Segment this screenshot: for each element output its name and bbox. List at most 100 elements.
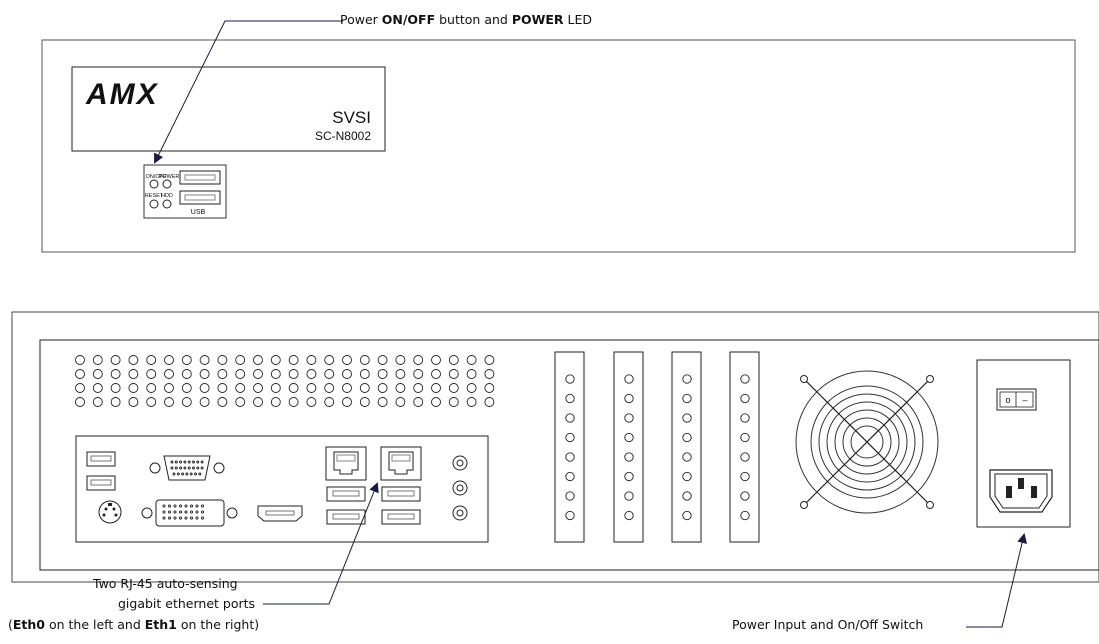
vent-hole [181,397,192,407]
led-label-power: POWER [159,174,180,180]
dvi-pin [200,510,205,514]
vent-hole [92,355,103,365]
dvi-port[interactable] [141,499,238,527]
vent-hole [431,397,441,407]
vga-pin [174,466,178,470]
dvi-pin [173,516,177,520]
vga-pin [170,466,174,470]
front-usb-port-top[interactable] [179,170,221,185]
callout-bold-eth1: Eth1 [144,617,177,632]
vent-hole [484,383,495,393]
vent-hole [217,369,228,379]
front-panel: AMX SVSI SC-N8002 ON/OFF POWER RESET HDD… [41,39,1076,253]
vent-hole [110,397,121,407]
vent-hole [146,383,157,393]
vga-pin [185,472,189,476]
vent-hole [217,383,228,393]
slot-hole [682,491,692,501]
dvi-pin [189,504,194,508]
slot-hole [565,393,575,404]
vent-hole [270,355,281,365]
vga-pin [196,466,200,470]
slot-hole [740,452,750,462]
vent-hole [377,397,388,407]
slot-hole [624,510,634,521]
slot-hole [682,510,692,521]
audio-jack-2[interactable] [452,480,468,496]
vent-hole [128,369,139,379]
hdmi-port[interactable] [257,505,303,522]
vent-hole [395,355,406,365]
front-io-module: ON/OFF POWER RESET HDD USB [143,164,227,219]
vent-hole [395,397,406,407]
expansion-slot-3 [671,351,702,543]
slot-hole [565,452,575,462]
on-off-button[interactable] [149,179,159,189]
vga-pin [187,460,191,464]
vent-hole [413,383,424,393]
slot-hole [740,413,750,423]
vent-hole [92,397,103,407]
power-inlet[interactable] [989,469,1053,513]
vent-hole [413,355,424,365]
vent-hole [164,355,174,365]
slot-hole [682,452,692,462]
ethernet-port-eth1[interactable] [380,446,422,481]
vent-hole [359,355,370,365]
vga-pin [198,472,202,476]
switch-off-symbol: o [1005,395,1010,405]
vent-hole [413,369,424,379]
vent-hole [128,383,139,393]
vent-hole [484,355,495,365]
vent-hole [253,397,263,407]
audio-jack-3[interactable] [452,505,468,521]
motherboard-io [75,435,489,543]
vent-hole [128,397,139,407]
callout-text: on the right) [176,617,260,632]
front-usb-port-bottom[interactable] [179,190,221,205]
device-diagram: AMX SVSI SC-N8002 ON/OFF POWER RESET HDD… [11,20,1099,628]
vent-hole [146,355,157,365]
callout-text: Power [340,12,382,27]
power-switch[interactable]: o – [996,388,1037,411]
vga-pin [179,466,183,470]
slot-hole [565,432,575,443]
vent-hole [431,355,441,365]
slot-hole [740,374,750,384]
vent-hole [164,397,174,407]
audio-jack-1[interactable] [452,455,468,471]
vent-hole [395,369,406,379]
vent-hole [235,369,246,379]
model-label: SC-N8002 [315,129,371,143]
callout-text: button and [435,12,512,27]
vent-hole [270,383,281,393]
vent-hole [75,383,85,393]
vent-hole [92,369,103,379]
dvi-pin [195,504,199,508]
ps2-port[interactable] [98,500,122,524]
dvi-pin [189,516,194,520]
vent-hole [413,397,424,407]
ethernet-port-eth0[interactable] [325,446,367,481]
slot-hole [624,374,634,384]
vent-hole [181,383,192,393]
vent-hole [377,383,388,393]
vent-hole [395,383,406,393]
vent-hole [110,355,121,365]
slot-hole [565,510,575,521]
vent-hole [324,355,335,365]
slot-hole [624,413,634,423]
vga-pin [181,472,185,476]
slot-hole [740,471,750,482]
vent-hole [466,355,477,365]
vent-hole [288,369,299,379]
dvi-pin [195,516,199,520]
vent-hole [253,383,263,393]
vent-hole [377,369,388,379]
ethernet-callout-line2: gigabit ethernet ports [118,596,256,611]
slot-hole [624,393,634,404]
vga-pin [183,460,187,464]
vent-hole [199,355,210,365]
reset-button[interactable] [149,199,159,209]
power-input-callout: Power Input and On/Off Switch [732,617,924,632]
